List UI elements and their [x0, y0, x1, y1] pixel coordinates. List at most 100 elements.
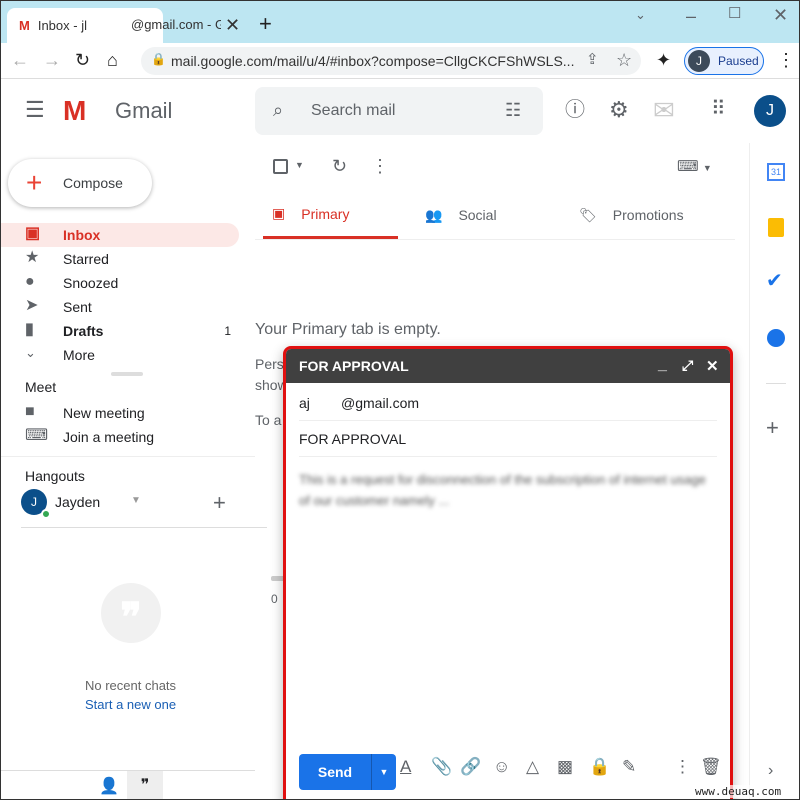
recipients-field[interactable]: aj @gmail.com: [299, 385, 717, 421]
select-caret-icon[interactable]: ▼: [295, 161, 304, 170]
signature-pen-icon[interactable]: ✎: [622, 757, 636, 777]
tab-label: Promotions: [612, 207, 684, 223]
compose-header[interactable]: FOR APPROVAL _ ⤢ ✕: [286, 349, 730, 383]
tab-title: Inbox - jl: [37, 18, 87, 33]
account-avatar[interactable]: J: [754, 95, 786, 127]
compose-window: FOR APPROVAL _ ⤢ ✕ aj @gmail.com FOR APP…: [283, 346, 733, 799]
formatting-icon[interactable]: A: [400, 757, 411, 777]
fullscreen-icon[interactable]: ⤢: [682, 357, 693, 374]
url-text: mail.google.com/mail/u/4/#inbox?compose=…: [171, 53, 575, 69]
sidebar-item-label: Drafts: [63, 323, 104, 339]
sidebar-item-more[interactable]: ⌄ More: [1, 343, 239, 367]
close-tab-icon[interactable]: ✕: [225, 16, 240, 34]
send-label: Send: [317, 764, 353, 780]
apps-grid-icon[interactable]: ⠿: [711, 99, 726, 119]
sidebar-item-label: Inbox: [63, 227, 101, 243]
contacts-icon[interactable]: [767, 329, 785, 347]
sidebar-item-starred[interactable]: ★ Starred: [1, 247, 239, 271]
search-icon[interactable]: ⌕: [273, 101, 283, 119]
input-tools-keyboard-icon[interactable]: ⌨ ▼: [677, 159, 712, 174]
start-new-chat-link[interactable]: Start a new one: [85, 697, 176, 712]
calendar-icon[interactable]: 31: [767, 163, 785, 181]
attach-paperclip-icon[interactable]: 📎: [431, 757, 452, 777]
minimize-icon[interactable]: –: [686, 7, 696, 25]
add-addon-icon[interactable]: +: [766, 417, 779, 439]
search-options-icon[interactable]: ☷: [505, 101, 521, 119]
browser-menu-icon[interactable]: ⋮: [777, 51, 795, 69]
subject-field[interactable]: FOR APPROVAL: [299, 421, 717, 457]
meet-item-label: New meeting: [63, 405, 145, 421]
help-icon[interactable]: ⓘ: [565, 100, 585, 120]
contacts-person-icon[interactable]: 👤: [99, 779, 119, 795]
url-bar[interactable]: 🔒 mail.google.com/mail/u/4/#inbox?compose…: [141, 47, 641, 75]
photo-icon[interactable]: ▩: [557, 757, 573, 777]
link-icon[interactable]: 🔗: [460, 757, 481, 777]
divider: [766, 383, 786, 384]
tasks-icon[interactable]: ✔: [766, 271, 783, 291]
profile-button[interactable]: J Paused: [684, 47, 764, 75]
settings-gear-icon[interactable]: ⚙: [609, 99, 629, 121]
keep-icon[interactable]: [768, 218, 784, 237]
browser-window: M Inbox - jl @gmail.com - G ✕ + ⌄ – ☐ ✕ ←…: [0, 0, 800, 800]
select-all-checkbox[interactable]: [273, 159, 288, 174]
compose-title: FOR APPROVAL: [299, 358, 409, 374]
close-icon[interactable]: ✕: [706, 357, 719, 375]
tag-icon: 🏷: [579, 206, 597, 223]
plus-icon: +: [26, 167, 43, 198]
drive-icon[interactable]: △: [526, 757, 539, 777]
meet-heading: Meet: [25, 379, 57, 395]
divider: [255, 239, 735, 240]
gmail-favicon: M: [19, 18, 30, 33]
new-tab-icon[interactable]: +: [259, 13, 272, 35]
new-meeting-item[interactable]: ■ New meeting: [1, 401, 239, 425]
compose-button[interactable]: + Compose: [8, 159, 152, 207]
bookmark-star-icon[interactable]: ☆: [616, 51, 632, 69]
refresh-icon[interactable]: ↻: [332, 157, 347, 175]
discard-trash-icon[interactable]: 🗑: [700, 757, 722, 777]
more-options-icon[interactable]: ⋮: [371, 157, 389, 175]
tab-promotions[interactable]: 🏷 Promotions: [579, 191, 684, 239]
gmail-logo-icon[interactable]: M: [63, 95, 86, 127]
maximize-icon[interactable]: ☐: [728, 6, 741, 21]
gmail-logo-text: Gmail: [115, 98, 173, 123]
compose-label: Compose: [63, 175, 123, 191]
extensions-icon[interactable]: ✦: [656, 51, 671, 69]
emoji-icon[interactable]: ☺: [493, 757, 510, 777]
more-options-icon[interactable]: ⋮: [674, 757, 691, 777]
chevron-right-icon[interactable]: ›: [768, 763, 773, 779]
hangouts-user[interactable]: Jayden: [55, 494, 100, 510]
tab-social[interactable]: 👥 Social: [425, 191, 497, 239]
share-icon[interactable]: ⇪: [586, 52, 599, 67]
inbox-icon: ▣: [25, 225, 41, 242]
forward-icon[interactable]: →: [43, 51, 61, 69]
tab-primary[interactable]: ▣ Primary: [263, 191, 398, 239]
empty-tab-text: To a: [255, 412, 282, 428]
main-menu-icon[interactable]: ☰: [25, 99, 45, 121]
send-options-caret-icon[interactable]: ▼: [371, 754, 396, 790]
caret-down-icon[interactable]: ▼: [131, 496, 141, 506]
resize-handle[interactable]: [111, 372, 143, 376]
draft-icon: ▮: [25, 321, 34, 338]
tab-search-icon[interactable]: ⌄: [635, 8, 646, 21]
sidebar-item-snoozed[interactable]: ● Snoozed: [1, 271, 239, 295]
hangouts-chat-icon[interactable]: ❞: [127, 771, 163, 799]
sidebar-item-sent[interactable]: ➤ Sent: [1, 295, 239, 319]
confidential-lock-icon[interactable]: 🔒: [589, 757, 610, 777]
minimize-icon[interactable]: _: [658, 356, 667, 374]
sidebar-item-inbox[interactable]: ▣ Inbox: [1, 223, 239, 247]
inbox-icon: ▣: [272, 205, 286, 221]
search-input[interactable]: ⌕ Search mail ☷: [255, 87, 543, 135]
reload-icon[interactable]: ↻: [75, 51, 90, 69]
address-toolbar: ← → ↻ ⌂ 🔒 mail.google.com/mail/u/4/#inbox…: [1, 43, 799, 79]
window-close-icon[interactable]: ✕: [773, 6, 788, 24]
sidebar-item-label: Starred: [63, 251, 109, 267]
tab-label: Social: [458, 207, 497, 223]
join-meeting-item[interactable]: ⌨ Join a meeting: [1, 425, 239, 449]
home-icon[interactable]: ⌂: [107, 51, 118, 69]
send-button[interactable]: Send ▼: [299, 754, 396, 790]
sidebar-item-drafts[interactable]: ▮ Drafts 1: [1, 319, 239, 343]
back-icon[interactable]: ←: [11, 51, 29, 69]
message-body[interactable]: This is a request for disconnection of t…: [299, 469, 717, 511]
star-icon: ★: [25, 249, 40, 266]
add-chat-icon[interactable]: +: [213, 492, 226, 514]
